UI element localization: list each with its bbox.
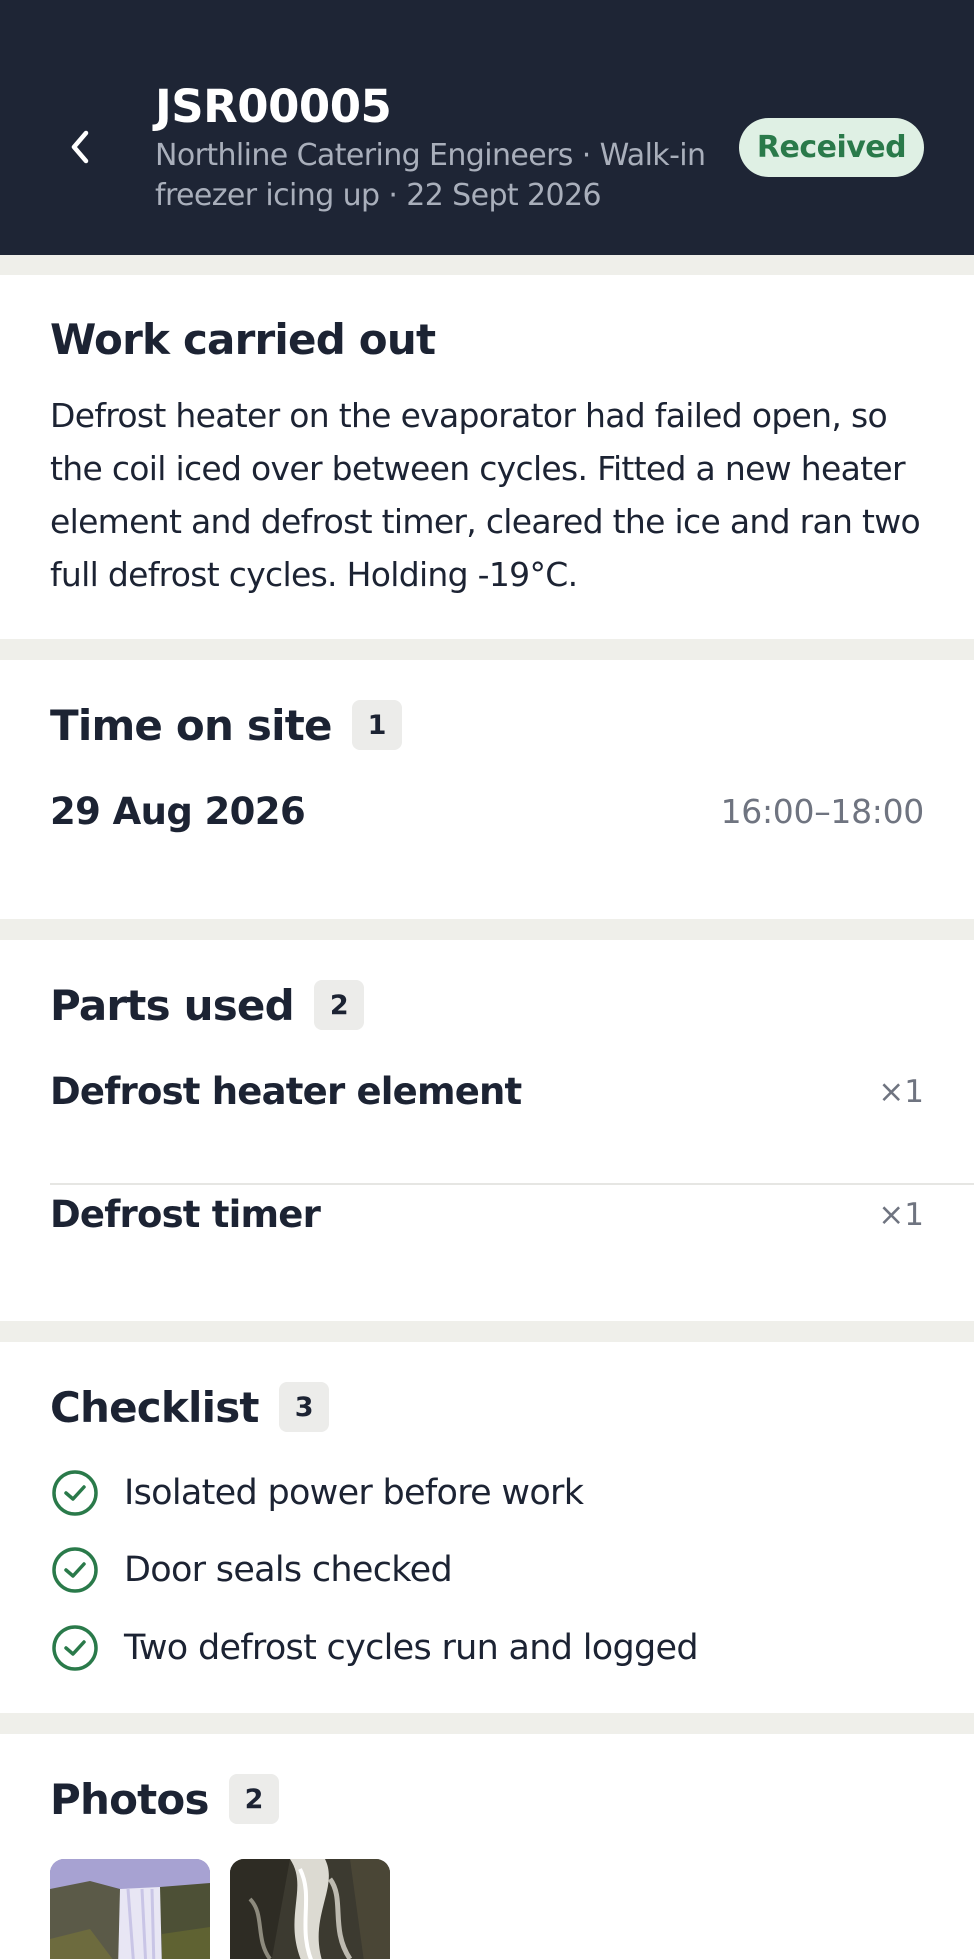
chevron-left-icon [71, 130, 89, 164]
time-on-site-section: Time on site 1 29 Aug 2026 16:00–18:00 [0, 660, 974, 919]
photo-thumbnail[interactable] [230, 1859, 390, 1959]
section-title: Checklist 3 [50, 1382, 329, 1432]
count-badge: 1 [351, 700, 402, 750]
checklist-item: Two defrost cycles run and logged [50, 1623, 699, 1673]
checklist-item: Isolated power before work [50, 1468, 584, 1518]
count-badge: 2 [228, 1774, 279, 1824]
work-carried-out-section: Work carried out Defrost heater on the e… [0, 275, 974, 639]
checklist-item-label: Isolated power before work [124, 1473, 584, 1513]
photos-title: Photos [50, 1774, 209, 1824]
section-title: Work carried out [50, 315, 436, 364]
time-title: Time on site [50, 700, 332, 750]
work-description: Defrost heater on the evaporator had fai… [50, 396, 921, 594]
parts-used-section: Parts used 2 Defrost heater element ×1 D… [0, 940, 974, 1321]
count-badge: 2 [313, 980, 364, 1030]
status-badge: Received [739, 118, 924, 177]
part-name: Defrost heater element [50, 1070, 522, 1113]
back-button[interactable] [52, 112, 108, 182]
stream-photo [230, 1859, 390, 1959]
job-reference: JSR00005 [155, 80, 392, 133]
section-title: Photos 2 [50, 1774, 279, 1824]
part-row: Defrost heater element ×1 [50, 1070, 924, 1113]
checklist-title: Checklist [50, 1382, 260, 1432]
check-circle-icon [52, 1625, 98, 1671]
checklist-item-label: Door seals checked [124, 1550, 453, 1590]
part-name: Defrost timer [50, 1193, 321, 1236]
checklist-section: Checklist 3 Isolated power before work D… [0, 1342, 974, 1713]
section-title: Time on site 1 [50, 700, 402, 750]
time-entry-range: 16:00–18:00 [720, 792, 925, 831]
parts-title: Parts used [50, 980, 295, 1030]
job-subtitle: Northline Catering Engineers · Walk-in f… [155, 138, 706, 213]
time-entry-row: 29 Aug 2026 16:00–18:00 [50, 790, 924, 833]
section-title: Parts used 2 [50, 980, 364, 1030]
checklist-item: Door seals checked [50, 1545, 453, 1595]
count-badge: 3 [278, 1382, 329, 1432]
job-header: JSR00005 Northline Catering Engineers · … [0, 0, 974, 255]
photo-thumbnail[interactable] [50, 1859, 210, 1959]
check-circle-icon [52, 1547, 98, 1593]
check-circle-icon [52, 1470, 98, 1516]
checklist-item-label: Two defrost cycles run and logged [124, 1628, 699, 1668]
divider [50, 1183, 974, 1185]
photos-section: Photos 2 [0, 1734, 974, 1959]
part-row: Defrost timer ×1 [50, 1193, 924, 1236]
part-quantity: ×1 [878, 1196, 924, 1233]
waterfall-photo [50, 1859, 210, 1959]
time-entry-date: 29 Aug 2026 [50, 790, 306, 833]
part-quantity: ×1 [878, 1073, 924, 1110]
work-title: Work carried out [50, 315, 436, 364]
